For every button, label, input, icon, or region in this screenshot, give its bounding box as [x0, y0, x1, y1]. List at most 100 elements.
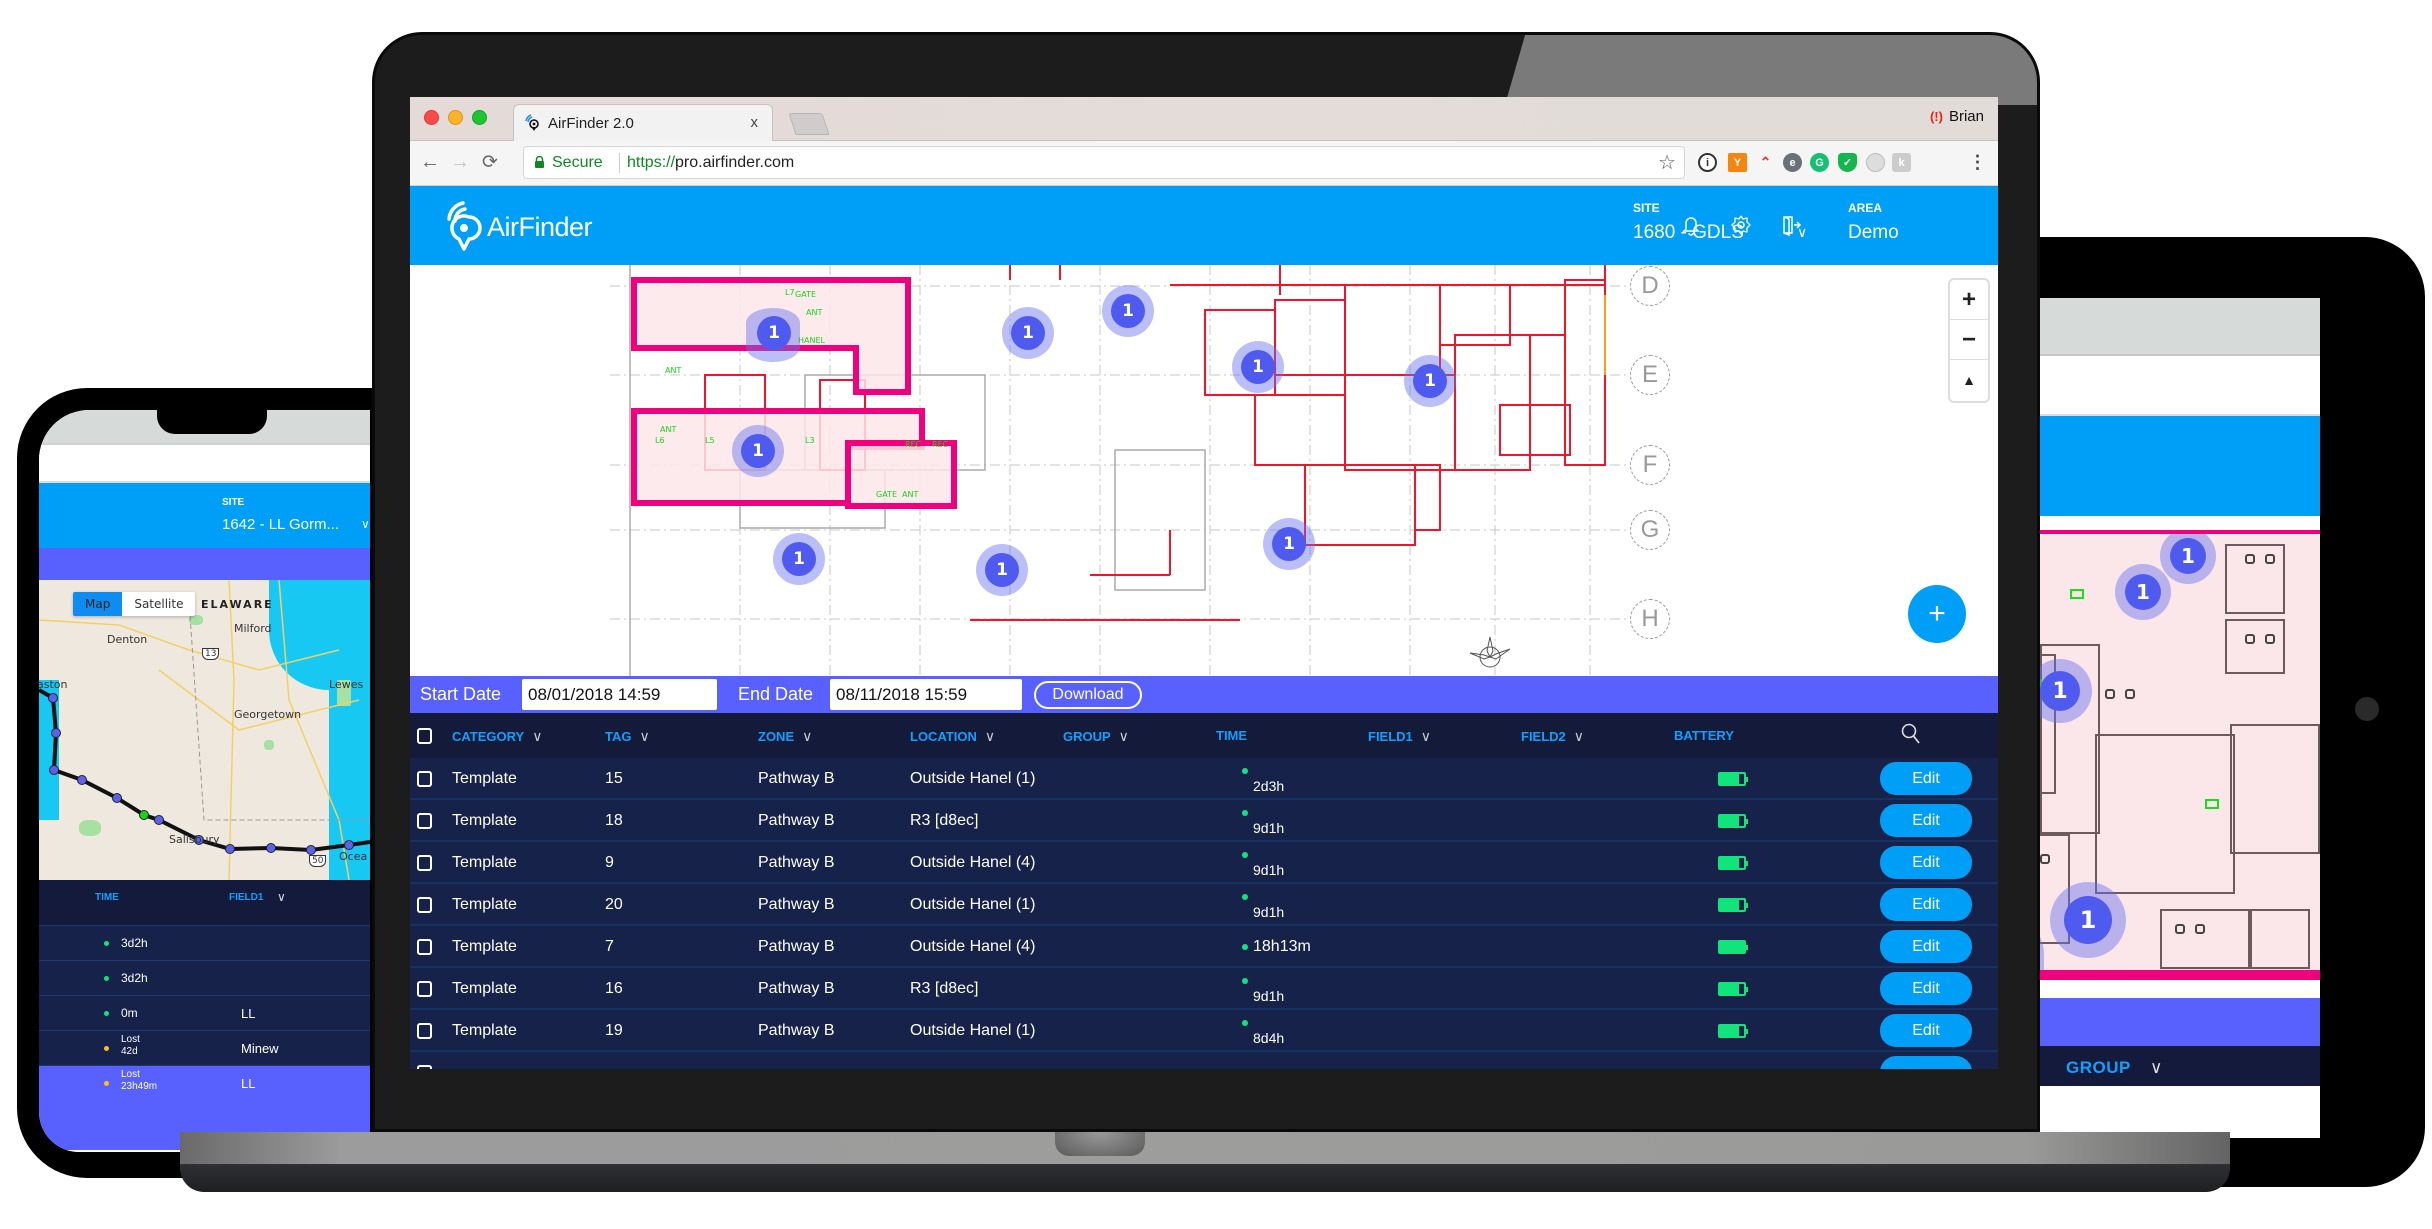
phone-table-row[interactable]: 3d2h [39, 925, 370, 960]
reload-icon[interactable]: ⟳ [482, 151, 498, 174]
edit-button[interactable]: Edit [1880, 804, 1972, 837]
route-point[interactable] [112, 793, 122, 803]
route-point[interactable] [49, 765, 59, 775]
route-point[interactable] [48, 693, 58, 703]
row-checkbox[interactable] [417, 813, 432, 829]
airfinder-logo[interactable]: AirFinder [445, 201, 593, 253]
browser-menu-icon[interactable]: ⋮ [1968, 152, 1987, 172]
zoom-in-button[interactable]: + [1950, 280, 1988, 320]
browser-profile[interactable]: (!) Brian [1930, 108, 1984, 125]
table-row[interactable]: Template 18 Pathway B R3 [d8ec] 9d1h Edit [410, 800, 1998, 842]
chevron-down-icon[interactable]: ∨ [277, 890, 286, 904]
row-checkbox[interactable] [417, 897, 432, 913]
row-checkbox[interactable] [417, 771, 432, 787]
phone-table-row-selected[interactable]: Lost 23h49m LL [39, 1065, 370, 1100]
zone-boundary[interactable] [845, 440, 957, 509]
row-checkbox[interactable] [417, 981, 432, 997]
tablet-floor-map[interactable]: 1 1 1 1 1 [2000, 530, 2320, 980]
tablet-cluster-marker[interactable]: 1 [2050, 882, 2126, 958]
download-button[interactable]: Download [1034, 681, 1142, 709]
table-row[interactable]: Template 9 Pathway B Outside Hanel (4) 9d1h E… [410, 842, 1998, 884]
route-point[interactable] [344, 840, 354, 850]
route-point[interactable] [306, 845, 316, 855]
row-checkbox[interactable] [417, 1065, 432, 1069]
select-all-checkbox[interactable] [417, 728, 432, 744]
new-tab-button[interactable] [788, 113, 830, 135]
row-checkbox[interactable] [417, 855, 432, 871]
edit-button[interactable]: Edit [1880, 1014, 1972, 1047]
minimize-window-button[interactable] [448, 110, 463, 125]
bell-icon[interactable] [1680, 214, 1702, 236]
cluster-marker[interactable]: 1 [1404, 355, 1456, 407]
cluster-marker[interactable]: 1 [732, 425, 784, 477]
cluster-marker[interactable]: 1 [1102, 285, 1154, 337]
zoom-out-button[interactable]: − [1950, 320, 1988, 360]
phone-table-row[interactable]: 0m LL [39, 995, 370, 1030]
cluster-marker[interactable]: 1 [773, 533, 825, 585]
maximize-window-button[interactable] [472, 110, 487, 125]
logout-icon[interactable] [1780, 214, 1802, 236]
area-select[interactable]: Demo [1848, 222, 1899, 244]
route-point-current[interactable] [139, 810, 149, 820]
phone-road-map[interactable]: Map Satellite ELAWARE Milford Denton ast… [39, 580, 370, 880]
column-zone[interactable]: ZONE ∨ [758, 728, 812, 745]
cluster-marker[interactable]: 1 [1263, 518, 1315, 570]
cluster-marker[interactable]: 1 [748, 307, 800, 359]
column-battery[interactable]: BATTERY [1674, 728, 1734, 743]
address-bar-input[interactable]: Secure https://pro.airfinder.com ☆ [523, 146, 1685, 179]
hubspot-extension-icon[interactable]: Y [1728, 153, 1747, 172]
route-point[interactable] [225, 844, 235, 854]
start-date-input[interactable] [522, 679, 717, 710]
compass-reset-button[interactable]: ▲ [1950, 360, 1988, 400]
gear-icon[interactable] [1730, 214, 1752, 236]
cluster-marker[interactable]: 1 [976, 544, 1028, 596]
column-tag[interactable]: TAG ∨ [605, 728, 650, 745]
edit-button[interactable]: Edit [1880, 846, 1972, 879]
shield-extension-icon[interactable]: ✓ [1838, 153, 1857, 172]
column-time[interactable]: TIME [1216, 728, 1247, 743]
table-row[interactable]: Template 19 Pathway B Outside Hanel (1) 8d4h… [410, 1010, 1998, 1052]
phone-column-field1[interactable]: FIELD1 [229, 892, 263, 903]
add-fab-button[interactable]: + [1908, 585, 1966, 643]
table-row[interactable]: Template 20 Pathway B Outside Hanel (1) 9d1h… [410, 884, 1998, 926]
forward-arrow-icon[interactable]: → [450, 151, 470, 174]
extension-k-icon[interactable]: k [1892, 153, 1911, 172]
row-checkbox[interactable] [417, 1023, 432, 1039]
column-group[interactable]: GROUP ∨ [1063, 728, 1129, 745]
route-point[interactable] [266, 843, 276, 853]
password-manager-extension-icon[interactable]: i [1698, 153, 1717, 172]
edit-button[interactable]: Edit [1880, 888, 1972, 921]
edit-button[interactable] [1880, 1056, 1972, 1069]
phone-site-select[interactable]: 1642 - LL Gorm... [222, 516, 339, 533]
cluster-marker[interactable]: 1 [1002, 307, 1054, 359]
tablet-cluster-marker[interactable]: 1 [2160, 534, 2216, 584]
table-row[interactable]: Template 16 Pathway B R3 [d8ec] 9d1h Edit [410, 968, 1998, 1010]
phone-column-time[interactable]: TIME [95, 892, 119, 903]
table-row[interactable]: Template 7 Pathway B Outside Hanel (4) 18h13… [410, 926, 1998, 968]
tab-close-icon[interactable]: x [751, 114, 759, 131]
column-location[interactable]: LOCATION ∨ [910, 728, 995, 745]
extension-circle-icon[interactable] [1866, 153, 1885, 172]
route-point[interactable] [154, 815, 164, 825]
floor-plan-map[interactable]: L7 GATE ANT HANEL ANT ANT L6 L5 L4 L3 RE… [410, 265, 1998, 676]
search-icon[interactable] [1900, 722, 1922, 746]
chevron-down-icon[interactable]: ∨ [361, 517, 370, 531]
end-date-input[interactable] [830, 679, 1022, 710]
boomerang-extension-icon[interactable]: ⌃ [1756, 153, 1775, 172]
edit-button[interactable]: Edit [1880, 930, 1972, 963]
row-checkbox[interactable] [417, 939, 432, 955]
cluster-marker[interactable]: 1 [1232, 341, 1284, 393]
tablet-column-group[interactable]: GROUP [2066, 1058, 2131, 1078]
table-row[interactable]: Template 15 Pathway B Outside Hanel (1) 2d3h… [410, 758, 1998, 800]
back-arrow-icon[interactable]: ← [420, 151, 440, 174]
grammarly-extension-icon[interactable]: G [1810, 153, 1829, 172]
edit-button[interactable]: Edit [1880, 762, 1972, 795]
map-type-map[interactable]: Map [73, 592, 123, 616]
phone-table-row[interactable]: Lost 42d Minew [39, 1030, 370, 1065]
bookmark-star-icon[interactable]: ☆ [1658, 150, 1676, 175]
edit-button[interactable]: Edit [1880, 972, 1972, 1005]
browser-tab-active[interactable]: AirFinder 2.0 x [513, 104, 773, 142]
phone-table-row[interactable]: 3d2h [39, 960, 370, 995]
route-point[interactable] [77, 775, 87, 785]
column-field2[interactable]: FIELD2 ∨ [1521, 728, 1584, 745]
